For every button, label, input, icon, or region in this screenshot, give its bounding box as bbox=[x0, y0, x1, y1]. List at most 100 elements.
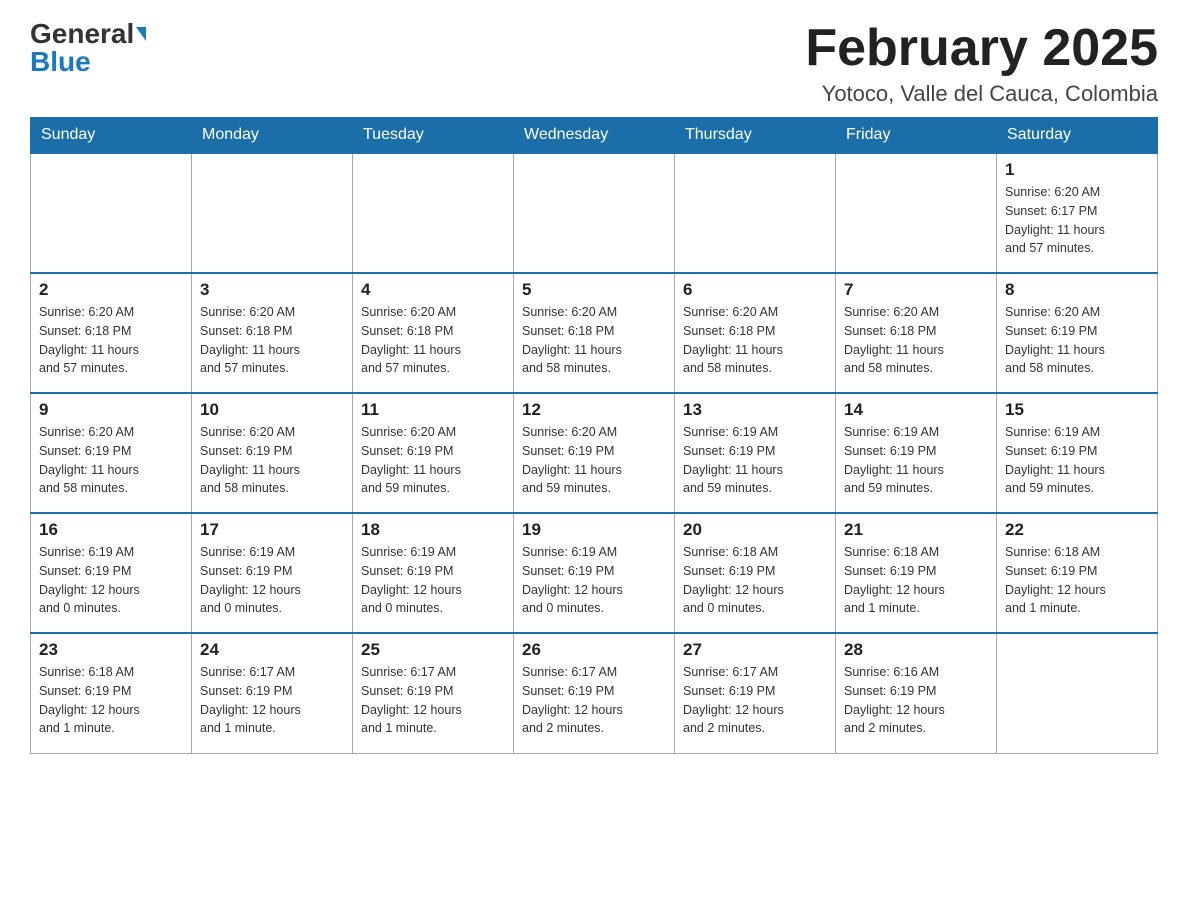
calendar-cell: 9 Sunrise: 6:20 AM Sunset: 6:19 PM Daylig… bbox=[31, 393, 192, 513]
calendar-cell bbox=[31, 153, 192, 273]
logo: General Blue bbox=[30, 20, 146, 76]
day-number: 25 bbox=[361, 640, 505, 660]
calendar-cell: 19 Sunrise: 6:19 AM Sunset: 6:19 PM Dayli… bbox=[514, 513, 675, 633]
day-number: 11 bbox=[361, 400, 505, 420]
day-number: 14 bbox=[844, 400, 988, 420]
calendar-header-thursday: Thursday bbox=[675, 118, 836, 154]
calendar-cell: 20 Sunrise: 6:18 AM Sunset: 6:19 PM Dayli… bbox=[675, 513, 836, 633]
calendar-cell: 17 Sunrise: 6:19 AM Sunset: 6:19 PM Dayli… bbox=[192, 513, 353, 633]
calendar-cell: 12 Sunrise: 6:20 AM Sunset: 6:19 PM Dayli… bbox=[514, 393, 675, 513]
day-info: Sunrise: 6:20 AM Sunset: 6:19 PM Dayligh… bbox=[1005, 303, 1149, 378]
day-number: 15 bbox=[1005, 400, 1149, 420]
day-info: Sunrise: 6:20 AM Sunset: 6:18 PM Dayligh… bbox=[844, 303, 988, 378]
day-number: 20 bbox=[683, 520, 827, 540]
day-info: Sunrise: 6:19 AM Sunset: 6:19 PM Dayligh… bbox=[200, 543, 344, 618]
day-number: 4 bbox=[361, 280, 505, 300]
calendar-cell: 1 Sunrise: 6:20 AM Sunset: 6:17 PM Daylig… bbox=[997, 153, 1158, 273]
calendar-cell bbox=[353, 153, 514, 273]
day-info: Sunrise: 6:20 AM Sunset: 6:18 PM Dayligh… bbox=[361, 303, 505, 378]
calendar-cell bbox=[192, 153, 353, 273]
day-info: Sunrise: 6:20 AM Sunset: 6:18 PM Dayligh… bbox=[683, 303, 827, 378]
calendar-cell: 6Sunrise: 6:20 AM Sunset: 6:18 PM Daylig… bbox=[675, 273, 836, 393]
day-info: Sunrise: 6:18 AM Sunset: 6:19 PM Dayligh… bbox=[683, 543, 827, 618]
calendar-cell: 23 Sunrise: 6:18 AM Sunset: 6:19 PM Dayli… bbox=[31, 633, 192, 753]
calendar-week-row: 9 Sunrise: 6:20 AM Sunset: 6:19 PM Daylig… bbox=[31, 393, 1158, 513]
calendar-cell bbox=[514, 153, 675, 273]
day-number: 12 bbox=[522, 400, 666, 420]
calendar-header-friday: Friday bbox=[836, 118, 997, 154]
day-number: 3 bbox=[200, 280, 344, 300]
location-title: Yotoco, Valle del Cauca, Colombia bbox=[805, 81, 1158, 107]
day-info: Sunrise: 6:18 AM Sunset: 6:19 PM Dayligh… bbox=[39, 663, 183, 738]
calendar-cell: 4 Sunrise: 6:20 AM Sunset: 6:18 PM Daylig… bbox=[353, 273, 514, 393]
title-section: February 2025 Yotoco, Valle del Cauca, C… bbox=[805, 20, 1158, 107]
day-number: 23 bbox=[39, 640, 183, 660]
calendar-cell bbox=[836, 153, 997, 273]
day-number: 8 bbox=[1005, 280, 1149, 300]
calendar-cell: 25 Sunrise: 6:17 AM Sunset: 6:19 PM Dayli… bbox=[353, 633, 514, 753]
calendar-cell: 8 Sunrise: 6:20 AM Sunset: 6:19 PM Daylig… bbox=[997, 273, 1158, 393]
day-info: Sunrise: 6:20 AM Sunset: 6:18 PM Dayligh… bbox=[39, 303, 183, 378]
day-number: 7 bbox=[844, 280, 988, 300]
day-info: Sunrise: 6:17 AM Sunset: 6:19 PM Dayligh… bbox=[522, 663, 666, 738]
day-info: Sunrise: 6:19 AM Sunset: 6:19 PM Dayligh… bbox=[39, 543, 183, 618]
calendar-header-row: SundayMondayTuesdayWednesdayThursdayFrid… bbox=[31, 118, 1158, 154]
calendar-header-sunday: Sunday bbox=[31, 118, 192, 154]
day-number: 1 bbox=[1005, 160, 1149, 180]
calendar-cell: 3 Sunrise: 6:20 AM Sunset: 6:18 PM Daylig… bbox=[192, 273, 353, 393]
calendar-cell: 15 Sunrise: 6:19 AM Sunset: 6:19 PM Dayli… bbox=[997, 393, 1158, 513]
calendar-cell bbox=[675, 153, 836, 273]
calendar-cell: 2 Sunrise: 6:20 AM Sunset: 6:18 PM Daylig… bbox=[31, 273, 192, 393]
calendar-cell: 28 Sunrise: 6:16 AM Sunset: 6:19 PM Dayli… bbox=[836, 633, 997, 753]
calendar-table: SundayMondayTuesdayWednesdayThursdayFrid… bbox=[30, 117, 1158, 754]
day-number: 27 bbox=[683, 640, 827, 660]
calendar-header-saturday: Saturday bbox=[997, 118, 1158, 154]
calendar-cell bbox=[997, 633, 1158, 753]
logo-general: General bbox=[30, 20, 134, 48]
day-info: Sunrise: 6:16 AM Sunset: 6:19 PM Dayligh… bbox=[844, 663, 988, 738]
calendar-cell: 5Sunrise: 6:20 AM Sunset: 6:18 PM Daylig… bbox=[514, 273, 675, 393]
calendar-cell: 22 Sunrise: 6:18 AM Sunset: 6:19 PM Dayli… bbox=[997, 513, 1158, 633]
calendar-header-wednesday: Wednesday bbox=[514, 118, 675, 154]
day-info: Sunrise: 6:17 AM Sunset: 6:19 PM Dayligh… bbox=[200, 663, 344, 738]
calendar-cell: 26 Sunrise: 6:17 AM Sunset: 6:19 PM Dayli… bbox=[514, 633, 675, 753]
calendar-cell: 21Sunrise: 6:18 AM Sunset: 6:19 PM Dayli… bbox=[836, 513, 997, 633]
day-info: Sunrise: 6:19 AM Sunset: 6:19 PM Dayligh… bbox=[844, 423, 988, 498]
day-info: Sunrise: 6:17 AM Sunset: 6:19 PM Dayligh… bbox=[361, 663, 505, 738]
calendar-week-row: 16 Sunrise: 6:19 AM Sunset: 6:19 PM Dayli… bbox=[31, 513, 1158, 633]
calendar-week-row: 1 Sunrise: 6:20 AM Sunset: 6:17 PM Daylig… bbox=[31, 153, 1158, 273]
calendar-week-row: 2 Sunrise: 6:20 AM Sunset: 6:18 PM Daylig… bbox=[31, 273, 1158, 393]
day-info: Sunrise: 6:18 AM Sunset: 6:19 PM Dayligh… bbox=[1005, 543, 1149, 618]
calendar-cell: 10Sunrise: 6:20 AM Sunset: 6:19 PM Dayli… bbox=[192, 393, 353, 513]
day-number: 2 bbox=[39, 280, 183, 300]
day-number: 28 bbox=[844, 640, 988, 660]
day-info: Sunrise: 6:20 AM Sunset: 6:19 PM Dayligh… bbox=[39, 423, 183, 498]
day-info: Sunrise: 6:19 AM Sunset: 6:19 PM Dayligh… bbox=[361, 543, 505, 618]
day-info: Sunrise: 6:20 AM Sunset: 6:17 PM Dayligh… bbox=[1005, 183, 1149, 258]
calendar-cell: 18 Sunrise: 6:19 AM Sunset: 6:19 PM Dayli… bbox=[353, 513, 514, 633]
day-number: 19 bbox=[522, 520, 666, 540]
calendar-cell: 24 Sunrise: 6:17 AM Sunset: 6:19 PM Dayli… bbox=[192, 633, 353, 753]
day-number: 9 bbox=[39, 400, 183, 420]
day-info: Sunrise: 6:20 AM Sunset: 6:18 PM Dayligh… bbox=[200, 303, 344, 378]
day-info: Sunrise: 6:19 AM Sunset: 6:19 PM Dayligh… bbox=[522, 543, 666, 618]
calendar-header-tuesday: Tuesday bbox=[353, 118, 514, 154]
calendar-cell: 27Sunrise: 6:17 AM Sunset: 6:19 PM Dayli… bbox=[675, 633, 836, 753]
calendar-cell: 14 Sunrise: 6:19 AM Sunset: 6:19 PM Dayli… bbox=[836, 393, 997, 513]
day-number: 18 bbox=[361, 520, 505, 540]
day-number: 17 bbox=[200, 520, 344, 540]
day-info: Sunrise: 6:19 AM Sunset: 6:19 PM Dayligh… bbox=[1005, 423, 1149, 498]
day-number: 16 bbox=[39, 520, 183, 540]
logo-blue: Blue bbox=[30, 48, 91, 76]
day-number: 5 bbox=[522, 280, 666, 300]
day-info: Sunrise: 6:20 AM Sunset: 6:19 PM Dayligh… bbox=[522, 423, 666, 498]
logo-triangle-icon bbox=[136, 27, 146, 41]
day-number: 10 bbox=[200, 400, 344, 420]
day-number: 24 bbox=[200, 640, 344, 660]
month-title: February 2025 bbox=[805, 20, 1158, 77]
calendar-header-monday: Monday bbox=[192, 118, 353, 154]
calendar-cell: 16 Sunrise: 6:19 AM Sunset: 6:19 PM Dayli… bbox=[31, 513, 192, 633]
calendar-cell: 7 Sunrise: 6:20 AM Sunset: 6:18 PM Daylig… bbox=[836, 273, 997, 393]
day-number: 26 bbox=[522, 640, 666, 660]
day-number: 22 bbox=[1005, 520, 1149, 540]
